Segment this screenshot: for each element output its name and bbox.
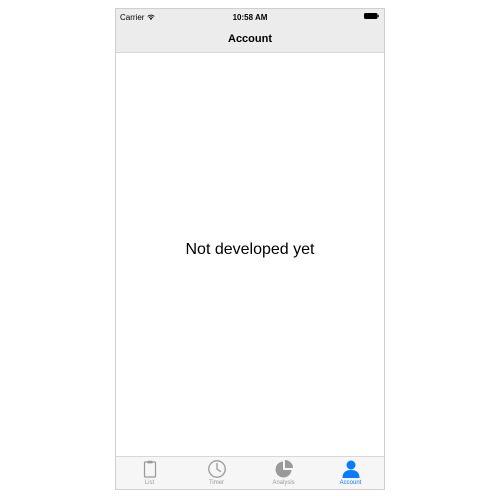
- tab-list-label: List: [144, 480, 155, 486]
- tab-account[interactable]: Account: [317, 457, 384, 489]
- placeholder-message: Not developed yet: [185, 241, 315, 258]
- person-icon: [342, 460, 359, 478]
- app-window: Carrier 10:58 AM Account Not developed y…: [115, 8, 385, 490]
- battery-icon: [364, 13, 379, 19]
- tab-bar: List Timer Analysis Account: [116, 456, 384, 489]
- page-title: Account: [228, 33, 272, 45]
- tab-timer-label: Timer: [208, 480, 225, 486]
- status-bar: Carrier 10:58 AM: [116, 9, 384, 26]
- clock-icon: [207, 460, 226, 478]
- pie-chart-icon: [275, 460, 293, 478]
- navigation-bar: Account: [116, 26, 384, 53]
- tab-analysis-label: Analysis: [272, 480, 295, 486]
- main-content: Not developed yet: [116, 53, 384, 458]
- tab-timer[interactable]: Timer: [183, 457, 250, 489]
- tab-analysis[interactable]: Analysis: [250, 457, 317, 489]
- tab-list[interactable]: List: [116, 457, 183, 489]
- clipboard-icon: [143, 460, 156, 478]
- tab-account-label: Account: [339, 480, 362, 486]
- status-time: 10:58 AM: [232, 13, 268, 22]
